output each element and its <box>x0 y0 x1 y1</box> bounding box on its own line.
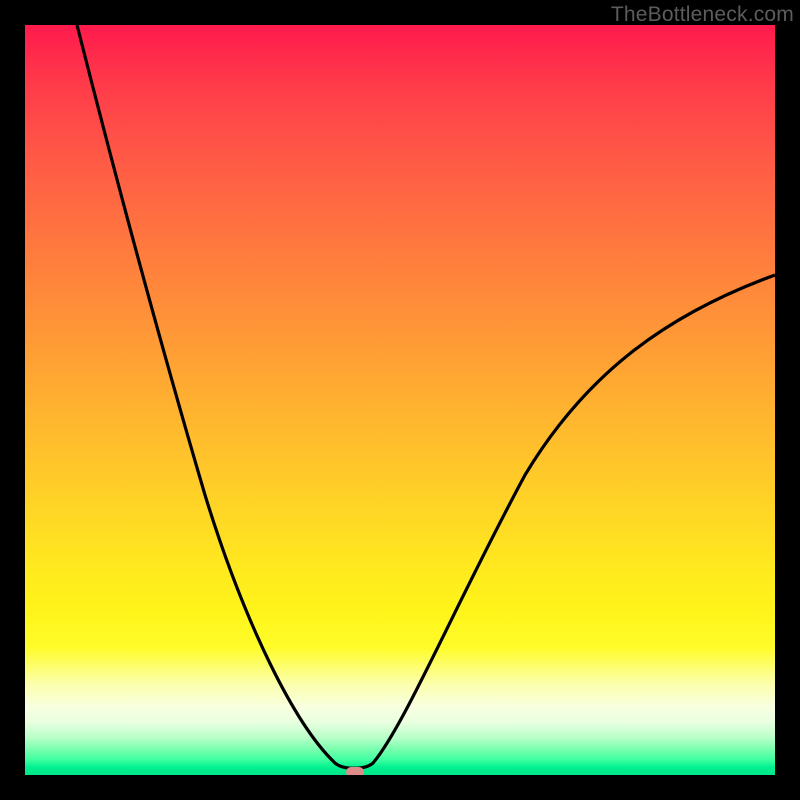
bottleneck-curve-path <box>77 25 775 768</box>
curve-svg <box>25 25 775 775</box>
frame-border-left <box>0 0 25 800</box>
plot-area <box>25 25 775 775</box>
frame-border-right <box>775 0 800 800</box>
frame-border-bottom <box>0 775 800 800</box>
watermark-text: TheBottleneck.com <box>611 3 794 27</box>
chart-frame <box>0 0 800 800</box>
